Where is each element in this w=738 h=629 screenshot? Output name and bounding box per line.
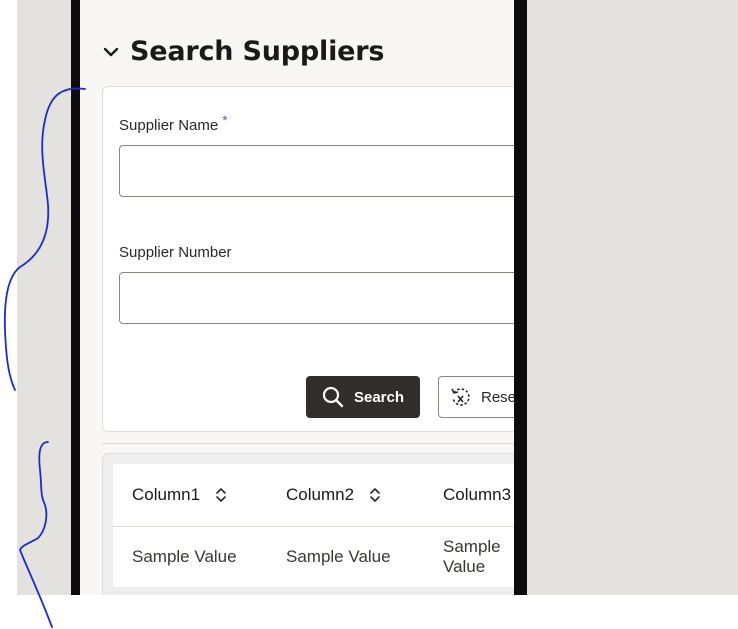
supplier-name-field[interactable] — [119, 145, 514, 197]
screen: Search Suppliers Supplier Name * Supplier… — [0, 0, 738, 629]
column-header-label: Column2 — [286, 485, 355, 504]
required-marker: * — [222, 112, 228, 128]
column-header-3[interactable]: Column3 — [443, 464, 514, 526]
search-button-label: Search — [353, 388, 405, 406]
search-panel: Search Suppliers Supplier Name * Supplier… — [80, 0, 514, 595]
table-cell: Sample Value — [286, 547, 391, 566]
results-table: Column1 Column2 Column3 Sample Value Sam… — [113, 464, 514, 587]
search-form: Supplier Name * Supplier Number Search R… — [102, 86, 514, 432]
sort-icon[interactable] — [214, 487, 228, 503]
chevron-down-icon[interactable] — [102, 43, 120, 61]
column-header-1[interactable]: Column1 — [132, 464, 228, 526]
section-title: Search Suppliers — [130, 36, 385, 67]
reset-button[interactable]: Rese — [438, 376, 514, 418]
section-header[interactable]: Search Suppliers — [102, 36, 384, 67]
supplier-number-field[interactable] — [119, 272, 514, 324]
results-table-card: Column1 Column2 Column3 Sample Value Sam… — [102, 453, 514, 595]
table-cell: Sample Value — [132, 547, 237, 566]
supplier-number-label: Supplier Number — [119, 244, 232, 261]
section-divider — [102, 443, 514, 444]
search-icon — [322, 386, 344, 408]
table-cell: Sample Value — [443, 537, 501, 576]
table-row[interactable]: Sample Value Sample Value Sample Value — [113, 527, 514, 587]
table-header: Column1 Column2 Column3 — [113, 464, 514, 527]
supplier-name-input[interactable] — [120, 146, 514, 196]
supplier-name-label: Supplier Name * — [119, 112, 228, 134]
column-header-label: Column3 — [443, 485, 512, 504]
reset-icon — [451, 388, 470, 406]
column-header-label: Column1 — [132, 485, 201, 504]
supplier-name-label-text: Supplier Name — [119, 117, 219, 134]
column-header-2[interactable]: Column2 — [286, 464, 382, 526]
search-button[interactable]: Search — [306, 376, 420, 418]
sort-icon[interactable] — [368, 487, 382, 503]
reset-button-label: Rese — [481, 388, 514, 406]
supplier-number-input[interactable] — [120, 273, 514, 323]
